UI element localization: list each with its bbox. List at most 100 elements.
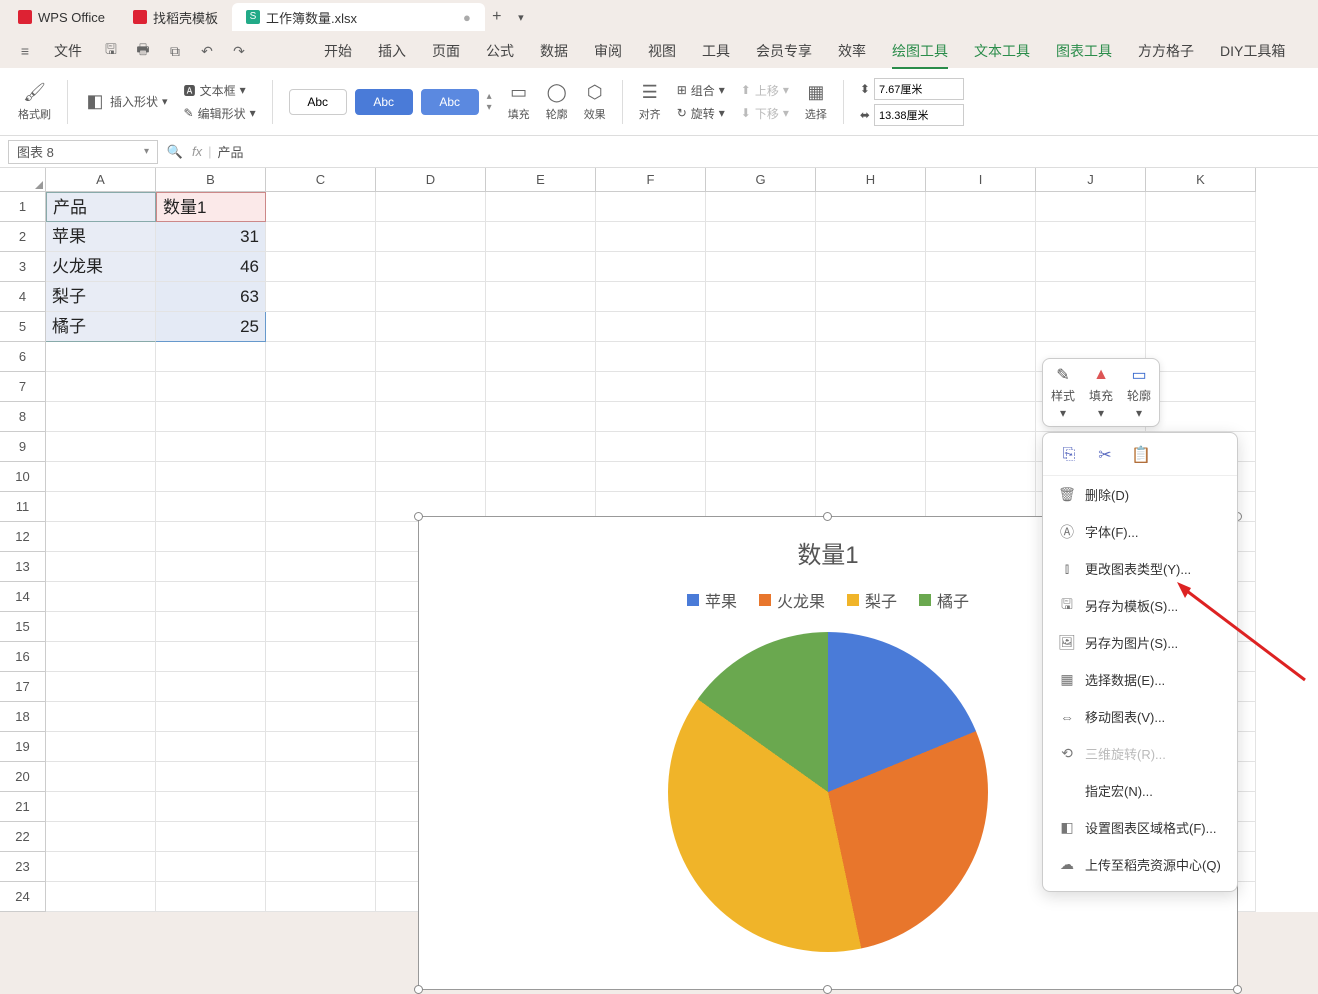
formula-value[interactable]: 产品 — [218, 142, 244, 161]
width-input[interactable] — [874, 78, 964, 100]
row-header[interactable]: 17 — [0, 672, 46, 702]
tab-dropdown[interactable]: ▾ — [509, 5, 533, 29]
style-more[interactable]: ▴▾ — [487, 89, 492, 115]
cell-a4[interactable]: 梨子 — [46, 282, 156, 312]
menu-text-tools[interactable]: 文本工具 — [966, 37, 1038, 65]
move-up-button[interactable]: ⬆上移▾ — [741, 82, 789, 99]
row-header[interactable]: 21 — [0, 792, 46, 822]
ctx-change-chart-type[interactable]: ⫾更改图表类型(Y)... — [1043, 550, 1237, 587]
ctx-font[interactable]: Ⓐ字体(F)... — [1043, 513, 1237, 550]
ctx-select-data[interactable]: ▦选择数据(E)... — [1043, 661, 1237, 698]
rotate-button[interactable]: ↻旋转▾ — [677, 105, 725, 122]
select-button[interactable]: ▦选择 — [805, 82, 827, 122]
effect-button[interactable]: ⬡效果 — [584, 82, 606, 122]
row-header[interactable]: 14 — [0, 582, 46, 612]
style-preset-2[interactable]: Abc — [355, 89, 413, 115]
ctx-macro[interactable]: 指定宏(N)... — [1043, 772, 1237, 809]
row-header[interactable]: 16 — [0, 642, 46, 672]
cell-a3[interactable]: 火龙果 — [46, 252, 156, 282]
cell-a1[interactable]: 产品 — [46, 192, 156, 222]
col-header-h[interactable]: H — [816, 168, 926, 192]
legend-item[interactable]: 橘子 — [919, 588, 969, 612]
height-input[interactable] — [874, 104, 964, 126]
row-header[interactable]: 15 — [0, 612, 46, 642]
undo-icon[interactable]: ↶ — [196, 40, 218, 62]
legend-item[interactable]: 火龙果 — [759, 588, 825, 612]
col-header-b[interactable]: B — [156, 168, 266, 192]
row-header[interactable]: 6 — [0, 342, 46, 372]
col-header-e[interactable]: E — [486, 168, 596, 192]
menu-member[interactable]: 会员专享 — [748, 37, 820, 65]
preview-icon[interactable]: ⧉ — [164, 40, 186, 62]
cut-icon[interactable]: ✂ — [1095, 445, 1115, 465]
menu-view[interactable]: 视图 — [640, 37, 684, 65]
menu-draw-tools[interactable]: 绘图工具 — [884, 37, 956, 65]
cell-b5[interactable]: 25 — [156, 312, 266, 342]
ctx-upload[interactable]: ☁上传至稻壳资源中心(Q) — [1043, 846, 1237, 883]
outline-button[interactable]: ◯轮廓 — [546, 82, 568, 122]
row-header[interactable]: 18 — [0, 702, 46, 732]
row-header[interactable]: 13 — [0, 552, 46, 582]
style-preset-3[interactable]: Abc — [421, 89, 479, 115]
pie-chart[interactable] — [668, 632, 988, 952]
insert-shape-button[interactable]: ◧插入形状▾ — [84, 91, 168, 113]
group-button[interactable]: ⊞组合▾ — [677, 82, 725, 99]
col-header-d[interactable]: D — [376, 168, 486, 192]
row-header[interactable]: 9 — [0, 432, 46, 462]
menu-chart-tools[interactable]: 图表工具 — [1048, 37, 1120, 65]
save-icon[interactable]: 🖫 — [100, 40, 122, 62]
menu-formula[interactable]: 公式 — [478, 37, 522, 65]
mini-fill-button[interactable]: ▲填充 ▾ — [1089, 365, 1113, 420]
tab-wps-office[interactable]: WPS Office — [4, 3, 119, 31]
textbox-button[interactable]: 🅰文本框▾ — [184, 82, 256, 99]
file-menu[interactable]: 文件 — [46, 37, 90, 65]
ctx-format-area[interactable]: ◧设置图表区域格式(F)... — [1043, 809, 1237, 846]
row-header[interactable]: 19 — [0, 732, 46, 762]
select-all-corner[interactable] — [0, 168, 46, 192]
ctx-move-chart[interactable]: ⇔移动图表(V)... — [1043, 698, 1237, 735]
menu-ffgz[interactable]: 方方格子 — [1130, 37, 1202, 65]
edit-shape-button[interactable]: ✎编辑形状▾ — [184, 105, 256, 122]
ctx-save-image[interactable]: 🖼另存为图片(S)... — [1043, 624, 1237, 661]
row-header[interactable]: 1 — [0, 192, 46, 222]
menu-tools[interactable]: 工具 — [694, 37, 738, 65]
resize-handle[interactable] — [1233, 985, 1242, 994]
menu-page[interactable]: 页面 — [424, 37, 468, 65]
col-header-j[interactable]: J — [1036, 168, 1146, 192]
move-down-button[interactable]: ⬇下移▾ — [741, 105, 789, 122]
legend-item[interactable]: 苹果 — [687, 588, 737, 612]
cell-b3[interactable]: 46 — [156, 252, 266, 282]
legend-item[interactable]: 梨子 — [847, 588, 897, 612]
cell-a2[interactable]: 苹果 — [46, 222, 156, 252]
menu-start[interactable]: 开始 — [316, 37, 360, 65]
copy-icon[interactable]: ⎘ — [1059, 445, 1079, 465]
resize-handle[interactable] — [414, 985, 423, 994]
cell-b2[interactable]: 31 — [156, 222, 266, 252]
row-header[interactable]: 12 — [0, 522, 46, 552]
row-header[interactable]: 24 — [0, 882, 46, 912]
align-button[interactable]: ☰对齐 — [639, 82, 661, 122]
row-header[interactable]: 5 — [0, 312, 46, 342]
cell-b1[interactable]: 数量1 — [156, 192, 266, 222]
col-header-i[interactable]: I — [926, 168, 1036, 192]
row-header[interactable]: 20 — [0, 762, 46, 792]
menu-diy[interactable]: DIY工具箱 — [1212, 37, 1293, 65]
style-preset-1[interactable]: Abc — [289, 89, 347, 115]
mini-outline-button[interactable]: ▭轮廓 ▾ — [1127, 365, 1151, 420]
zoom-icon[interactable]: 🔍 — [164, 141, 186, 163]
row-header[interactable]: 3 — [0, 252, 46, 282]
ctx-delete[interactable]: 🗑删除(D) — [1043, 476, 1237, 513]
col-header-c[interactable]: C — [266, 168, 376, 192]
menu-insert[interactable]: 插入 — [370, 37, 414, 65]
row-header[interactable]: 2 — [0, 222, 46, 252]
menu-review[interactable]: 审阅 — [586, 37, 630, 65]
cell-b4[interactable]: 63 — [156, 282, 266, 312]
cell-a5[interactable]: 橘子 — [46, 312, 156, 342]
row-header[interactable]: 23 — [0, 852, 46, 882]
row-header[interactable]: 10 — [0, 462, 46, 492]
name-box[interactable]: 图表 8▾ — [8, 140, 158, 164]
row-header[interactable]: 11 — [0, 492, 46, 522]
col-header-g[interactable]: G — [706, 168, 816, 192]
col-header-f[interactable]: F — [596, 168, 706, 192]
row-header[interactable]: 22 — [0, 822, 46, 852]
